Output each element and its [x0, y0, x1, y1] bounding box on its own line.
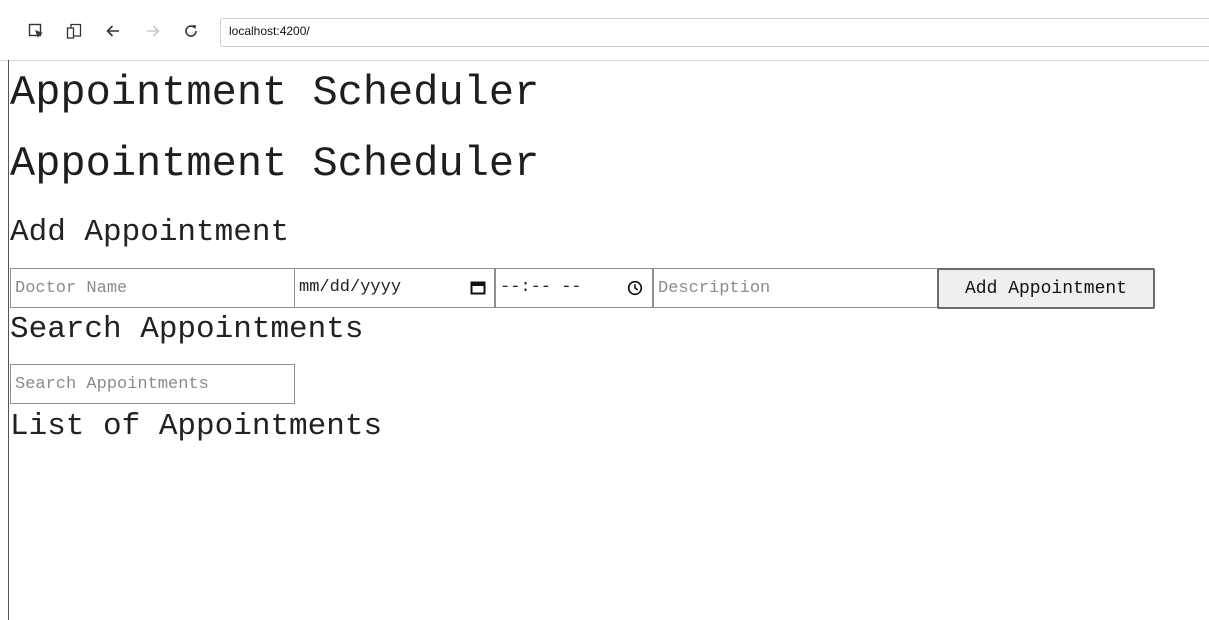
- browser-toolbar: localhost:4200/: [0, 0, 1209, 61]
- date-input-value: mm/dd/yyyy: [299, 278, 402, 297]
- app-title: Appointment Scheduler: [10, 140, 540, 188]
- back-arrow-icon[interactable]: [104, 22, 122, 40]
- date-input[interactable]: mm/dd/yyyy: [294, 268, 495, 308]
- time-input[interactable]: --:-- --: [495, 268, 653, 308]
- reload-icon[interactable]: [182, 22, 200, 40]
- add-appointment-heading: Add Appointment: [10, 215, 290, 250]
- device-toolbar-icon[interactable]: [65, 22, 83, 40]
- search-appointments-heading: Search Appointments: [10, 312, 364, 347]
- clock-icon[interactable]: [627, 280, 643, 296]
- calendar-icon[interactable]: [470, 280, 486, 296]
- inspect-element-icon[interactable]: [27, 22, 45, 40]
- forward-arrow-icon[interactable]: [144, 22, 162, 40]
- appointments-list-heading: List of Appointments: [10, 409, 383, 444]
- description-input[interactable]: [653, 268, 938, 308]
- page-title: Appointment Scheduler: [10, 69, 540, 117]
- add-appointment-button[interactable]: Add Appointment: [937, 268, 1155, 309]
- address-bar[interactable]: localhost:4200/: [220, 18, 1209, 47]
- address-bar-url: localhost:4200/: [229, 24, 310, 38]
- search-input[interactable]: [10, 364, 295, 404]
- page-left-border: [8, 60, 9, 620]
- time-input-value: --:-- --: [500, 278, 582, 297]
- doctor-name-input[interactable]: [10, 268, 295, 308]
